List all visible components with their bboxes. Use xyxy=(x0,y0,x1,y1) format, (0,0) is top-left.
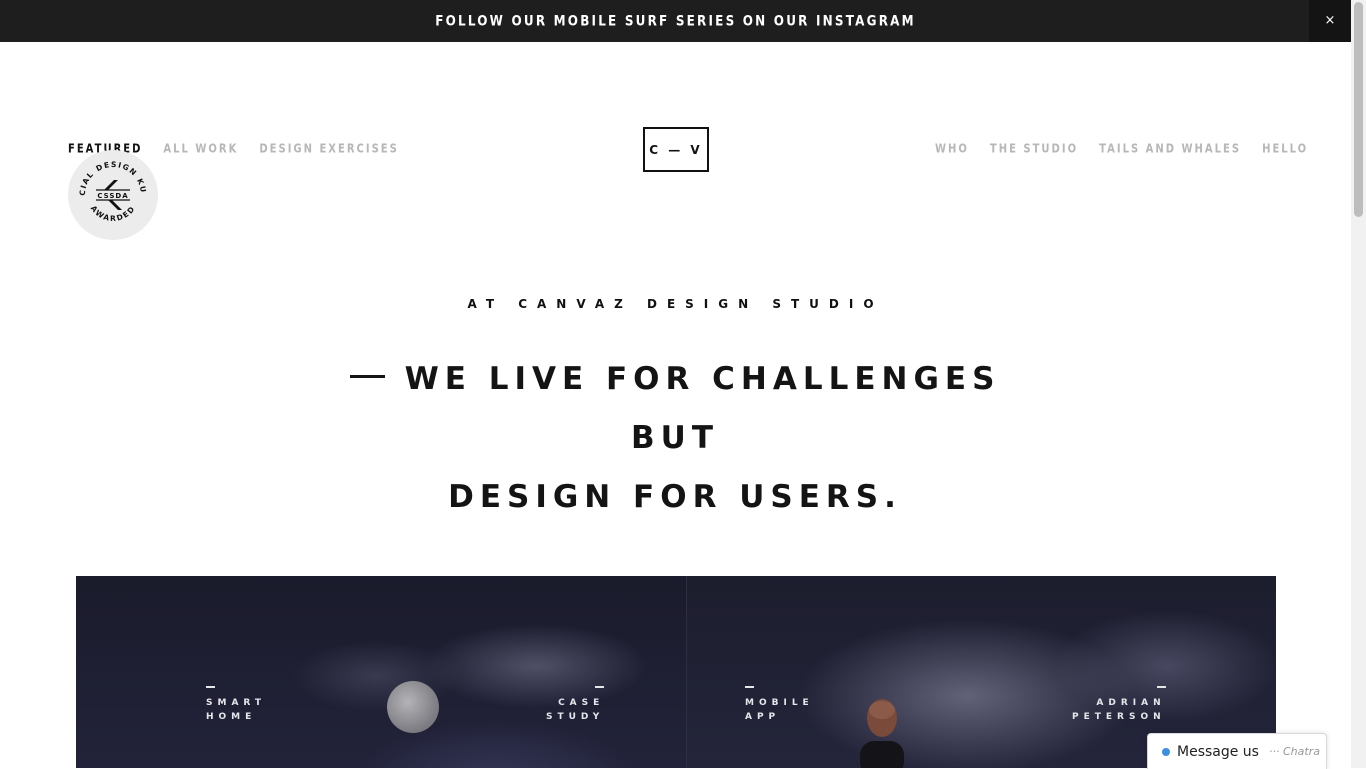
project-client-tag: ADRIAN PETERSON xyxy=(1072,686,1166,724)
badge-center-text: CSSDA xyxy=(97,192,128,200)
chat-brand: ··· Chatra xyxy=(1268,745,1320,758)
project-type-tag: SMART HOME xyxy=(206,686,266,724)
nav-hello[interactable]: HELLO xyxy=(1262,143,1308,156)
project-type-tag: MOBILE APP xyxy=(745,686,814,724)
project-card-smart-home[interactable]: SMART HOME CASE STUDY xyxy=(76,576,686,768)
moon-image xyxy=(387,681,439,733)
headline-dash xyxy=(349,375,385,378)
project-category-tag: CASE STUDY xyxy=(546,686,604,724)
nav-who[interactable]: WHO xyxy=(935,143,969,156)
studio-logo[interactable]: C — V xyxy=(643,127,709,172)
hero-headline: WE LIVE FOR CHALLENGES BUT DESIGN FOR US… xyxy=(300,350,1050,527)
nav-design-exercises[interactable]: DESIGN EXERCISES xyxy=(259,143,398,156)
award-seal-icon: SPECIAL DESIGN KUDOS AWARDED CSSDA xyxy=(68,150,147,223)
nav-tails-and-whales[interactable]: TAILS AND WHALES xyxy=(1099,143,1241,156)
chat-label[interactable]: Message us xyxy=(1177,744,1259,760)
svg-text:AWARDED: AWARDED xyxy=(89,204,137,223)
athlete-portrait-image xyxy=(860,699,904,768)
primary-nav-right: WHO THE STUDIO TAILS AND WHALES HELLO xyxy=(935,143,1308,156)
headline-line-1: WE LIVE FOR CHALLENGES BUT xyxy=(404,361,1001,456)
hero-eyebrow: AT CANVAZ DESIGN STUDIO xyxy=(467,297,884,311)
featured-work-showcase: SMART HOME CASE STUDY MOBILE APP ADRIAN … xyxy=(76,576,1276,768)
headline-line-2: DESIGN FOR USERS. xyxy=(448,479,902,515)
announcement-banner[interactable]: FOLLOW OUR MOBILE SURF SERIES ON OUR INS… xyxy=(0,0,1351,42)
scrollbar-thumb[interactable] xyxy=(1354,2,1363,217)
banner-text[interactable]: FOLLOW OUR MOBILE SURF SERIES ON OUR INS… xyxy=(0,13,1351,29)
scrollbar[interactable] xyxy=(1351,0,1366,768)
close-banner-button[interactable]: × xyxy=(1309,0,1351,42)
badge-bottom-text: AWARDED xyxy=(89,204,136,223)
cssda-award-badge[interactable]: SPECIAL DESIGN KUDOS AWARDED CSSDA xyxy=(68,150,158,240)
chat-widget-button[interactable]: Message us ··· Chatra xyxy=(1147,733,1327,769)
online-status-icon xyxy=(1162,747,1170,756)
nav-all-work[interactable]: ALL WORK xyxy=(163,143,238,156)
nav-the-studio[interactable]: THE STUDIO xyxy=(990,143,1078,156)
